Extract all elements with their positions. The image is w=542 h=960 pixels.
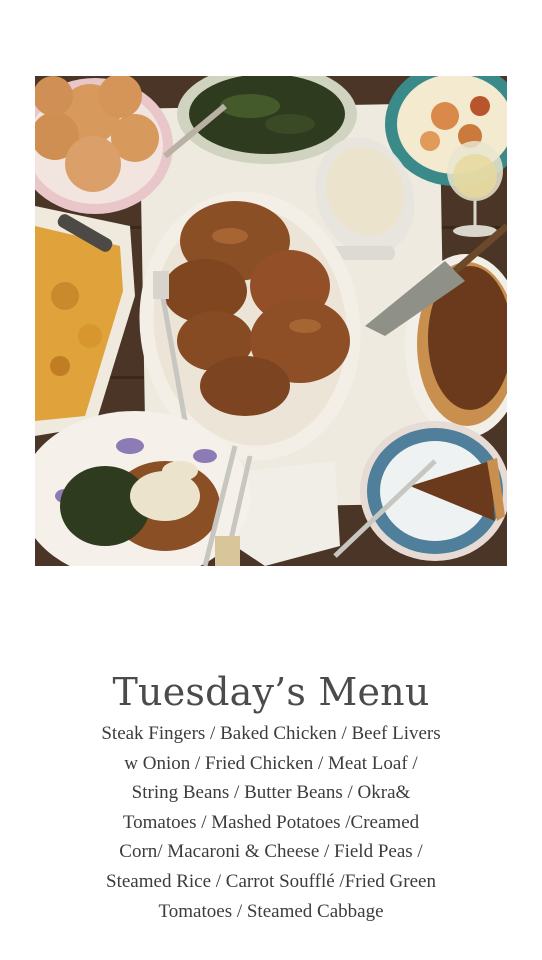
menu-list: Steak Fingers / Baked Chicken / Beef Liv… [101,723,441,922]
page-title: Tuesday’s Menu [112,670,430,714]
food-photo [35,76,507,566]
food-photo-icon [35,76,507,566]
